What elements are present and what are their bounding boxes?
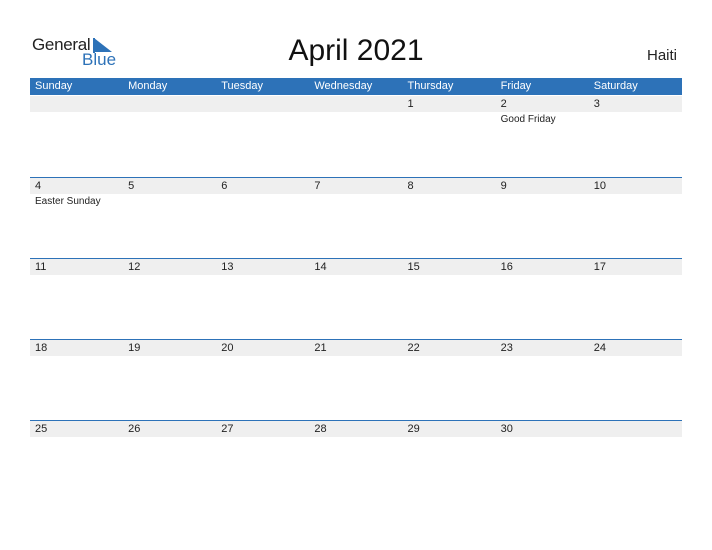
day-number: 11 [35, 261, 47, 273]
day-cell[interactable]: 27 [216, 421, 309, 501]
day-number: 4 [35, 180, 42, 192]
day-number: 15 [407, 261, 420, 273]
day-number: 19 [128, 342, 141, 354]
day-cell[interactable]: 12 [123, 259, 216, 339]
day-number: 12 [128, 261, 141, 273]
day-number: 7 [314, 180, 321, 192]
day-number: 6 [221, 180, 228, 192]
day-number: 18 [35, 342, 48, 354]
day-cell[interactable]: 28 [309, 421, 402, 501]
day-cell[interactable]: 3 [589, 96, 682, 176]
day-number: 2 [500, 98, 507, 110]
weekday-wednesday: Wednesday [314, 80, 373, 92]
weekday-monday: Monday [128, 80, 168, 92]
day-cell[interactable]: 30 [496, 421, 589, 501]
day-number: 17 [593, 261, 606, 273]
day-cell[interactable]: 1 [403, 96, 496, 176]
day-number: 26 [128, 423, 141, 435]
calendar-title: April 2021 [288, 34, 424, 67]
day-cell[interactable]: 19 [123, 340, 216, 420]
weekday-thursday: Thursday [407, 80, 454, 92]
day-cell[interactable]: 21 [309, 340, 402, 420]
day-number: 23 [500, 342, 513, 354]
day-number: 27 [221, 423, 234, 435]
day-cell[interactable]: 15 [403, 259, 496, 339]
day-cell[interactable]: 24 [589, 340, 682, 420]
day-number: 20 [221, 342, 234, 354]
day-number: 9 [500, 180, 507, 192]
weekday-tuesday: Tuesday [221, 80, 264, 92]
weekday-header: Sunday Monday Tuesday Wednesday Thursday… [30, 78, 682, 95]
weekday-friday: Friday [500, 80, 532, 92]
day-cell[interactable]: 6 [216, 178, 309, 258]
day-cell[interactable]: 4 Easter Sunday [30, 178, 123, 258]
day-cell[interactable]: 5 [123, 178, 216, 258]
day-number: 8 [407, 180, 414, 192]
weekday-saturday: Saturday [593, 80, 638, 92]
week-row: 18 19 20 21 22 23 24 [30, 339, 682, 420]
day-number: 28 [314, 423, 327, 435]
day-cell[interactable]: 29 [403, 421, 496, 501]
week-row: 1 2 Good Friday 3 [30, 96, 682, 176]
day-number: 13 [221, 261, 234, 273]
day-cell[interactable] [309, 96, 402, 176]
country-label: Haiti [646, 47, 677, 64]
day-cell[interactable]: 26 [123, 421, 216, 501]
day-number: 25 [35, 423, 48, 435]
day-number: 30 [500, 423, 513, 435]
week-row: 4 Easter Sunday 5 6 7 8 9 10 [30, 177, 682, 258]
day-number: 22 [407, 342, 420, 354]
day-cell[interactable]: 8 [403, 178, 496, 258]
holiday-label: Easter Sunday [35, 196, 101, 207]
day-cell[interactable]: 18 [30, 340, 123, 420]
day-number: 21 [314, 342, 327, 354]
day-number: 14 [314, 261, 327, 273]
week-row: 11 12 13 14 15 16 17 [30, 258, 682, 339]
day-cell[interactable]: 7 [309, 178, 402, 258]
week-row: 25 26 27 28 29 30 [30, 420, 682, 501]
day-cell[interactable]: 17 [589, 259, 682, 339]
day-cell[interactable]: 2 Good Friday [496, 96, 589, 176]
day-number: 24 [593, 342, 606, 354]
day-cell[interactable]: 11 [30, 259, 123, 339]
day-number: 3 [593, 98, 600, 110]
day-number: 10 [593, 180, 606, 192]
day-cell[interactable]: 16 [496, 259, 589, 339]
day-cell[interactable] [216, 96, 309, 176]
day-cell[interactable]: 22 [403, 340, 496, 420]
day-number: 1 [407, 98, 414, 110]
day-cell[interactable]: 20 [216, 340, 309, 420]
day-cell[interactable] [123, 96, 216, 176]
holiday-label: Good Friday [500, 114, 556, 125]
day-cell[interactable] [589, 421, 682, 501]
day-cell[interactable]: 13 [216, 259, 309, 339]
weekday-sunday: Sunday [35, 80, 73, 92]
day-number: 16 [500, 261, 513, 273]
day-cell[interactable]: 14 [309, 259, 402, 339]
day-cell[interactable] [30, 96, 123, 176]
day-cell[interactable]: 9 [496, 178, 589, 258]
day-number: 29 [407, 423, 420, 435]
day-cell[interactable]: 23 [496, 340, 589, 420]
day-cell[interactable]: 10 [589, 178, 682, 258]
day-number: 5 [128, 180, 135, 192]
day-cell[interactable]: 25 [30, 421, 123, 501]
